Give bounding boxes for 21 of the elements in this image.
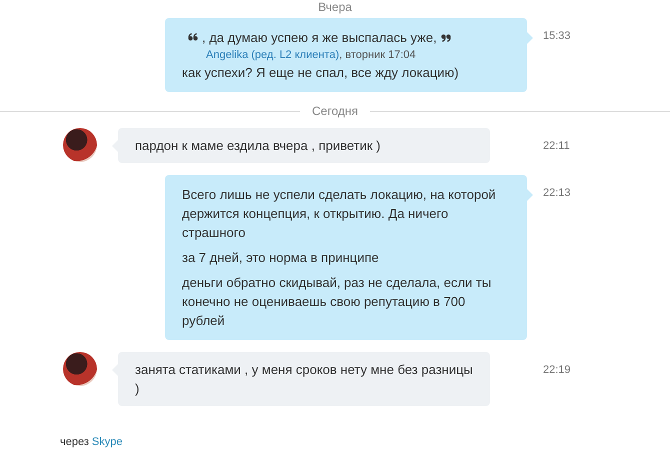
message-text: пардон к маме ездила вчера , приветик ) [135, 137, 382, 155]
quote-close-icon [440, 33, 451, 42]
message-text: деньги обратно скидывай, раз не сделала, если ты конечно не оцениваешь свою репутацию в 700 рублей [182, 274, 492, 330]
message-time: 15:33 [543, 29, 571, 42]
avatar[interactable] [63, 128, 97, 162]
message-time: 22:11 [543, 139, 570, 152]
date-separator: Вчера [318, 0, 352, 14]
message-time: 22:19 [543, 363, 571, 376]
skype-link[interactable]: Skype [92, 436, 122, 448]
message-text: за 7 дней, это норма в принципе [182, 249, 380, 267]
quote-date: , вторник 17:04 [339, 49, 416, 61]
date-separator: Сегодня [312, 104, 358, 118]
via-label: через [60, 436, 89, 448]
message-text: Всего лишь не успели сделать локацию, на которой держится концепция, к открытию. Да ничего страшного [182, 186, 497, 242]
quote-open-icon [188, 33, 198, 42]
quote-author-link[interactable]: Angelika (ред. L2 клиента) [206, 49, 340, 61]
avatar[interactable] [63, 352, 97, 386]
message-text: как успехи? Я еще не спал, все жду локацию) [182, 64, 460, 82]
message-text: занята статиками , у меня сроков нету мне без разницы ) [135, 361, 473, 398]
quoted-text: , да думаю успею я же выспалась уже, [202, 29, 437, 47]
message-time: 22:13 [543, 186, 571, 199]
